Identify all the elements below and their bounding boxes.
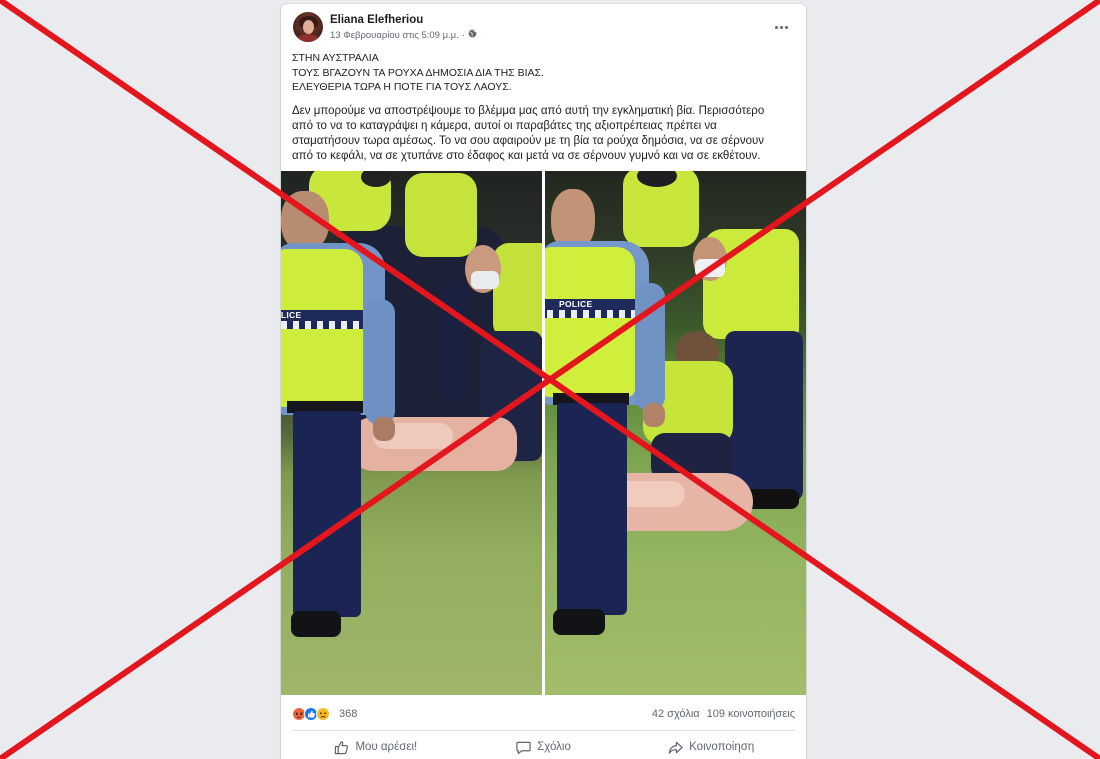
sad-icon xyxy=(316,707,330,721)
officer-trousers xyxy=(557,403,627,615)
post-body: Δεν μπορούμε να αποστρέψουμε το βλέμμα μ… xyxy=(292,104,795,164)
more-dot xyxy=(784,25,788,29)
post-text: ΣΤΗΝ ΑΥΣΤΡΑΛΙΑ ΤΟΥΣ ΒΓΑΖΟΥΝ ΤΑ ΡΟΥΧΑ ΔΗΜ… xyxy=(292,51,795,164)
post-headline: ΣΤΗΝ ΑΥΣΤΡΑΛΙΑ ΤΟΥΣ ΒΓΑΖΟΥΝ ΤΑ ΡΟΥΧΑ ΔΗΜ… xyxy=(292,51,795,95)
officer-hand xyxy=(643,403,665,427)
headline-line: ΤΟΥΣ ΒΓΑΖΟΥΝ ΤΑ ΡΟΥΧΑ ΔΗΜΟΣΙΑ ΔΙΑ ΤΗΣ ΒΙ… xyxy=(292,66,544,79)
timestamp-link[interactable]: 13 Φεβρουαρίου στις 5:09 μ.μ. xyxy=(330,30,459,41)
officer-trousers xyxy=(293,411,361,617)
comment-button[interactable]: Σχόλιο xyxy=(460,736,628,758)
comments-count-link[interactable]: 42 σχόλια xyxy=(652,708,700,720)
reaction-count: 368 xyxy=(339,708,358,720)
photo-frame-right: POLICE xyxy=(545,171,806,695)
officer-head xyxy=(281,191,329,251)
photo-frame-left: POLICE xyxy=(281,171,542,695)
vest-checker-band xyxy=(545,310,635,318)
comment-label: Σχόλιο xyxy=(537,741,571,753)
more-dot xyxy=(779,25,783,29)
officer-hand xyxy=(373,417,395,441)
actions-divider xyxy=(292,730,795,731)
vest-band: POLICE xyxy=(281,310,363,321)
body-line: σταματήσουν τωρα αμέσως. Το να σου αφαιρ… xyxy=(292,134,765,147)
like-icon xyxy=(304,707,318,721)
post-photo[interactable]: POLICE POLICE xyxy=(281,171,806,695)
headline-line: ΣΤΗΝ ΑΥΣΤΡΑΛΙΑ xyxy=(292,52,379,64)
like-button[interactable]: Μου αρέσει! xyxy=(292,736,460,758)
officer-arm xyxy=(635,283,665,411)
angry-icon xyxy=(292,707,306,721)
headline-line: ΕΛΕΥΘΕΡΙΑ ΤΩΡΑ Η ΠΟΤΕ ΓΙΑ ΤΟΥΣ ΛΑΟΥΣ. xyxy=(292,81,512,93)
avatar[interactable] xyxy=(293,12,323,42)
more-dot xyxy=(774,25,778,29)
officer-vest xyxy=(493,243,542,338)
officer-vest xyxy=(405,173,477,257)
author-name-link[interactable]: Eliana Elefheriou xyxy=(330,13,423,27)
reactions-summary[interactable]: 368 xyxy=(292,707,357,721)
officer-boot xyxy=(291,611,341,637)
post-card: Eliana Elefheriou 13 Φεβρουαρίου στις 5:… xyxy=(281,4,806,759)
share-icon xyxy=(668,740,683,755)
officer-vest xyxy=(545,247,635,397)
like-label: Μου αρέσει! xyxy=(355,741,418,753)
engagement-stats: 42 σχόλια 109 κοινοποιήσεις xyxy=(652,708,795,720)
vest-band: POLICE xyxy=(545,299,635,310)
vest-label: POLICE xyxy=(559,299,593,309)
post-meta: 13 Φεβρουαρίου στις 5:09 μ.μ. · xyxy=(330,29,477,41)
comment-icon xyxy=(516,740,531,755)
meta-separator: · xyxy=(461,29,465,41)
share-button[interactable]: Κοινοποίηση xyxy=(627,736,795,758)
avatar-shoulders xyxy=(297,34,319,42)
vest-label: POLICE xyxy=(281,310,302,320)
engagement-bar: 368 42 σχόλια 109 κοινοποιήσεις xyxy=(292,704,795,724)
share-label: Κοινοποίηση xyxy=(689,741,755,753)
globe-icon xyxy=(468,29,477,41)
officer-arm xyxy=(441,281,467,401)
vest-checker-band xyxy=(281,321,363,329)
more-options-icon[interactable] xyxy=(771,23,791,31)
body-line: από το να το καταγράψει η κάμερα, αυτοί … xyxy=(292,119,717,132)
avatar-face xyxy=(303,20,314,34)
shares-count-link[interactable]: 109 κοινοποιήσεις xyxy=(707,708,795,720)
body-line: Δεν μπορούμε να αποστρέψουμε το βλέμμα μ… xyxy=(292,104,765,117)
body-line: από το κεφάλι, να σε χτυπάνε στο έδαφος … xyxy=(292,149,761,162)
face-mask xyxy=(471,271,499,289)
post-actions: Μου αρέσει! Σχόλιο Κοινοποίηση xyxy=(292,736,795,758)
thumbs-up-icon xyxy=(334,740,349,755)
face-mask xyxy=(695,259,725,277)
officer-boot xyxy=(553,609,605,635)
officer-arm xyxy=(365,299,395,425)
